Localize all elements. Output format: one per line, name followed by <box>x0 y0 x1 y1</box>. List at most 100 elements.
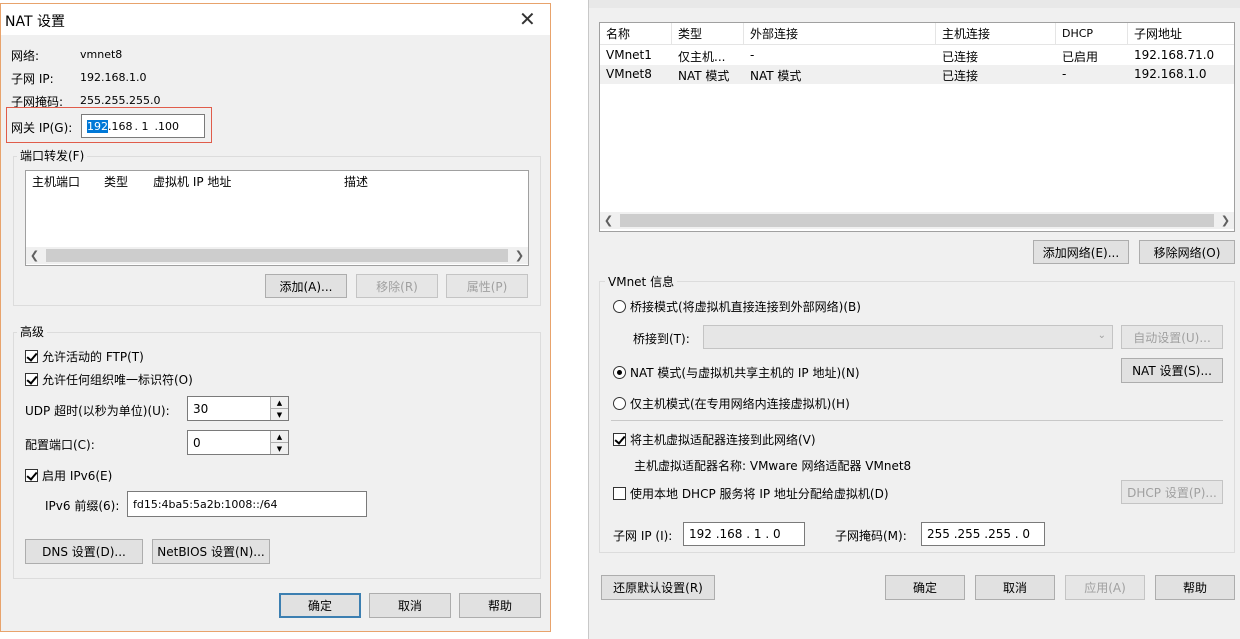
scroll-left-icon[interactable]: ❮ <box>600 212 617 229</box>
cell-subnet: 192.168.1.0 <box>1134 67 1207 81</box>
column-header-vm-ip[interactable]: 虚拟机 IP 地址 <box>147 171 337 193</box>
nat-settings-button[interactable]: NAT 设置(S)... <box>1121 358 1223 383</box>
scroll-thumb[interactable] <box>46 249 508 262</box>
advanced-label: 高级 <box>17 323 48 340</box>
nat-mode-radio[interactable] <box>613 366 626 379</box>
netbios-settings-button[interactable]: NetBIOS 设置(N)... <box>152 539 270 564</box>
vne-cancel-button[interactable]: 取消 <box>975 575 1055 600</box>
spin-down-icon[interactable]: ▼ <box>271 409 288 420</box>
table-row[interactable]: VMnet1 仅主机... - 已连接 已启用 192.168.71.0 <box>600 46 1234 65</box>
spin-down-icon[interactable]: ▼ <box>271 443 288 454</box>
scroll-right-icon[interactable]: ❯ <box>1217 212 1234 229</box>
connect-adapter-checkbox[interactable] <box>613 433 626 446</box>
vne-ok-button[interactable]: 确定 <box>885 575 965 600</box>
auto-settings-button: 自动设置(U)... <box>1121 325 1223 349</box>
vne-apply-button: 应用(A) <box>1065 575 1145 600</box>
host-only-radio[interactable] <box>613 397 626 410</box>
vmnet-info-group <box>599 281 1235 553</box>
cell-dhcp: 已启用 <box>1062 50 1099 64</box>
allow-uid-checkbox[interactable] <box>25 373 38 386</box>
scroll-thumb[interactable] <box>620 214 1214 227</box>
nat-mode-option[interactable]: NAT 模式(与虚拟机共享主机的 IP 地址)(N) <box>613 364 860 381</box>
spin-up-icon[interactable]: ▲ <box>271 431 288 443</box>
udp-timeout-value: 30 <box>193 401 209 416</box>
gateway-octet-2: .168 <box>108 119 133 133</box>
dialog-title-bar: NAT 设置 ✕ <box>1 4 550 35</box>
column-header-host-port[interactable]: 主机端口 <box>26 171 94 193</box>
scroll-left-icon[interactable]: ❮ <box>26 247 43 264</box>
adapter-name-text: 主机虚拟适配器名称: VMware 网络适配器 VMnet8 <box>634 459 912 473</box>
bridged-mode-label: 桥接模式(将虚拟机直接连接到外部网络)(B) <box>630 300 861 314</box>
network-list[interactable]: 名称 类型 外部连接 主机连接 DHCP 子网地址 VMnet1 仅主机... … <box>599 22 1235 232</box>
vne-help-button[interactable]: 帮助 <box>1155 575 1235 600</box>
allow-ftp-option[interactable]: 允许活动的 FTP(T) <box>25 348 144 365</box>
add-network-button[interactable]: 添加网络(E)... <box>1033 240 1129 264</box>
port-forwarding-list[interactable]: 主机端口 类型 虚拟机 IP 地址 描述 ❮ ❯ <box>25 170 529 266</box>
udp-timeout-spin[interactable]: ▲ ▼ <box>270 397 288 420</box>
allow-uid-option[interactable]: 允许任何组织唯一标识符(O) <box>25 371 193 388</box>
divider <box>611 420 1223 421</box>
config-port-stepper[interactable]: 0 ▲ ▼ <box>187 430 289 455</box>
column-header-external[interactable]: 外部连接 <box>744 23 936 45</box>
cancel-button[interactable]: 取消 <box>369 593 451 618</box>
allow-ftp-label: 允许活动的 FTP(T) <box>42 350 144 364</box>
connect-adapter-option[interactable]: 将主机虚拟适配器连接到此网络(V) <box>613 431 816 448</box>
subnet-ip-input[interactable]: 192 .168 . 1 . 0 <box>683 522 805 546</box>
add-button[interactable]: 添加(A)... <box>265 274 347 298</box>
column-header-type[interactable]: 类型 <box>98 171 148 193</box>
gateway-octet-3: . 1 <box>134 119 149 133</box>
enable-ipv6-label: 启用 IPv6(E) <box>42 469 113 483</box>
cell-name: VMnet1 <box>606 48 652 62</box>
cell-subnet: 192.168.71.0 <box>1134 48 1215 62</box>
host-only-option[interactable]: 仅主机模式(在专用网络内连接虚拟机)(H) <box>613 395 850 412</box>
help-button[interactable]: 帮助 <box>459 593 541 618</box>
subnet-mask-input[interactable]: 255 .255 .255 . 0 <box>921 522 1045 546</box>
dns-settings-button[interactable]: DNS 设置(D)... <box>25 539 143 564</box>
ok-button[interactable]: 确定 <box>279 593 361 618</box>
port-list-hscroll[interactable]: ❮ ❯ <box>26 247 528 264</box>
cell-type: 仅主机... <box>678 50 726 64</box>
gateway-ip-input[interactable]: 192 .168 . 1 .100 <box>81 114 205 138</box>
cell-dhcp: - <box>1062 67 1067 81</box>
bridged-mode-radio[interactable] <box>613 300 626 313</box>
subnet-ip-label: 子网 IP: <box>11 72 54 86</box>
column-header-dhcp[interactable]: DHCP <box>1056 23 1128 45</box>
virtual-network-editor-window: 名称 类型 外部连接 主机连接 DHCP 子网地址 VMnet1 仅主机... … <box>588 0 1240 639</box>
enable-ipv6-checkbox[interactable] <box>25 469 38 482</box>
cell-name: VMnet8 <box>606 67 652 81</box>
bridged-mode-option[interactable]: 桥接模式(将虚拟机直接连接到外部网络)(B) <box>613 298 861 315</box>
close-icon[interactable]: ✕ <box>519 7 536 31</box>
bridged-to-select: ⌄ <box>703 325 1113 349</box>
subnet-mask-value: 255.255.255.0 <box>80 94 161 107</box>
use-dhcp-checkbox[interactable] <box>613 487 626 500</box>
subnet-mask-label: 子网掩码(M): <box>835 529 907 543</box>
enable-ipv6-option[interactable]: 启用 IPv6(E) <box>25 467 112 484</box>
column-header-type[interactable]: 类型 <box>672 23 744 45</box>
config-port-value: 0 <box>193 435 201 450</box>
network-value: vmnet8 <box>80 48 123 61</box>
network-list-hscroll[interactable]: ❮ ❯ <box>600 212 1234 229</box>
udp-timeout-stepper[interactable]: 30 ▲ ▼ <box>187 396 289 421</box>
port-forwarding-label: 端口转发(F) <box>17 147 88 164</box>
properties-button: 属性(P) <box>446 274 528 298</box>
bridged-to-label: 桥接到(T): <box>633 332 690 346</box>
connect-adapter-label: 将主机虚拟适配器连接到此网络(V) <box>630 433 816 447</box>
chevron-down-icon: ⌄ <box>1097 330 1106 341</box>
spin-up-icon[interactable]: ▲ <box>271 397 288 409</box>
scroll-right-icon[interactable]: ❯ <box>511 247 528 264</box>
nat-mode-label: NAT 模式(与虚拟机共享主机的 IP 地址)(N) <box>630 366 860 380</box>
allow-ftp-checkbox[interactable] <box>25 350 38 363</box>
config-port-spin[interactable]: ▲ ▼ <box>270 431 288 454</box>
column-header-host[interactable]: 主机连接 <box>936 23 1056 45</box>
subnet-ip-label: 子网 IP (I): <box>613 529 673 543</box>
column-header-description[interactable]: 描述 <box>338 171 488 193</box>
column-header-name[interactable]: 名称 <box>600 23 672 45</box>
table-row[interactable]: VMnet8 NAT 模式 NAT 模式 已连接 - 192.168.1.0 <box>600 65 1234 84</box>
restore-defaults-button[interactable]: 还原默认设置(R) <box>601 575 715 600</box>
use-dhcp-label: 使用本地 DHCP 服务将 IP 地址分配给虚拟机(D) <box>630 487 889 501</box>
ipv6-prefix-input[interactable]: fd15:4ba5:5a2b:1008::/64 <box>127 491 367 517</box>
column-header-subnet[interactable]: 子网地址 <box>1128 23 1234 45</box>
use-dhcp-option[interactable]: 使用本地 DHCP 服务将 IP 地址分配给虚拟机(D) <box>613 485 889 502</box>
ipv6-prefix-label: IPv6 前缀(6): <box>45 499 120 513</box>
remove-network-button[interactable]: 移除网络(O) <box>1139 240 1235 264</box>
